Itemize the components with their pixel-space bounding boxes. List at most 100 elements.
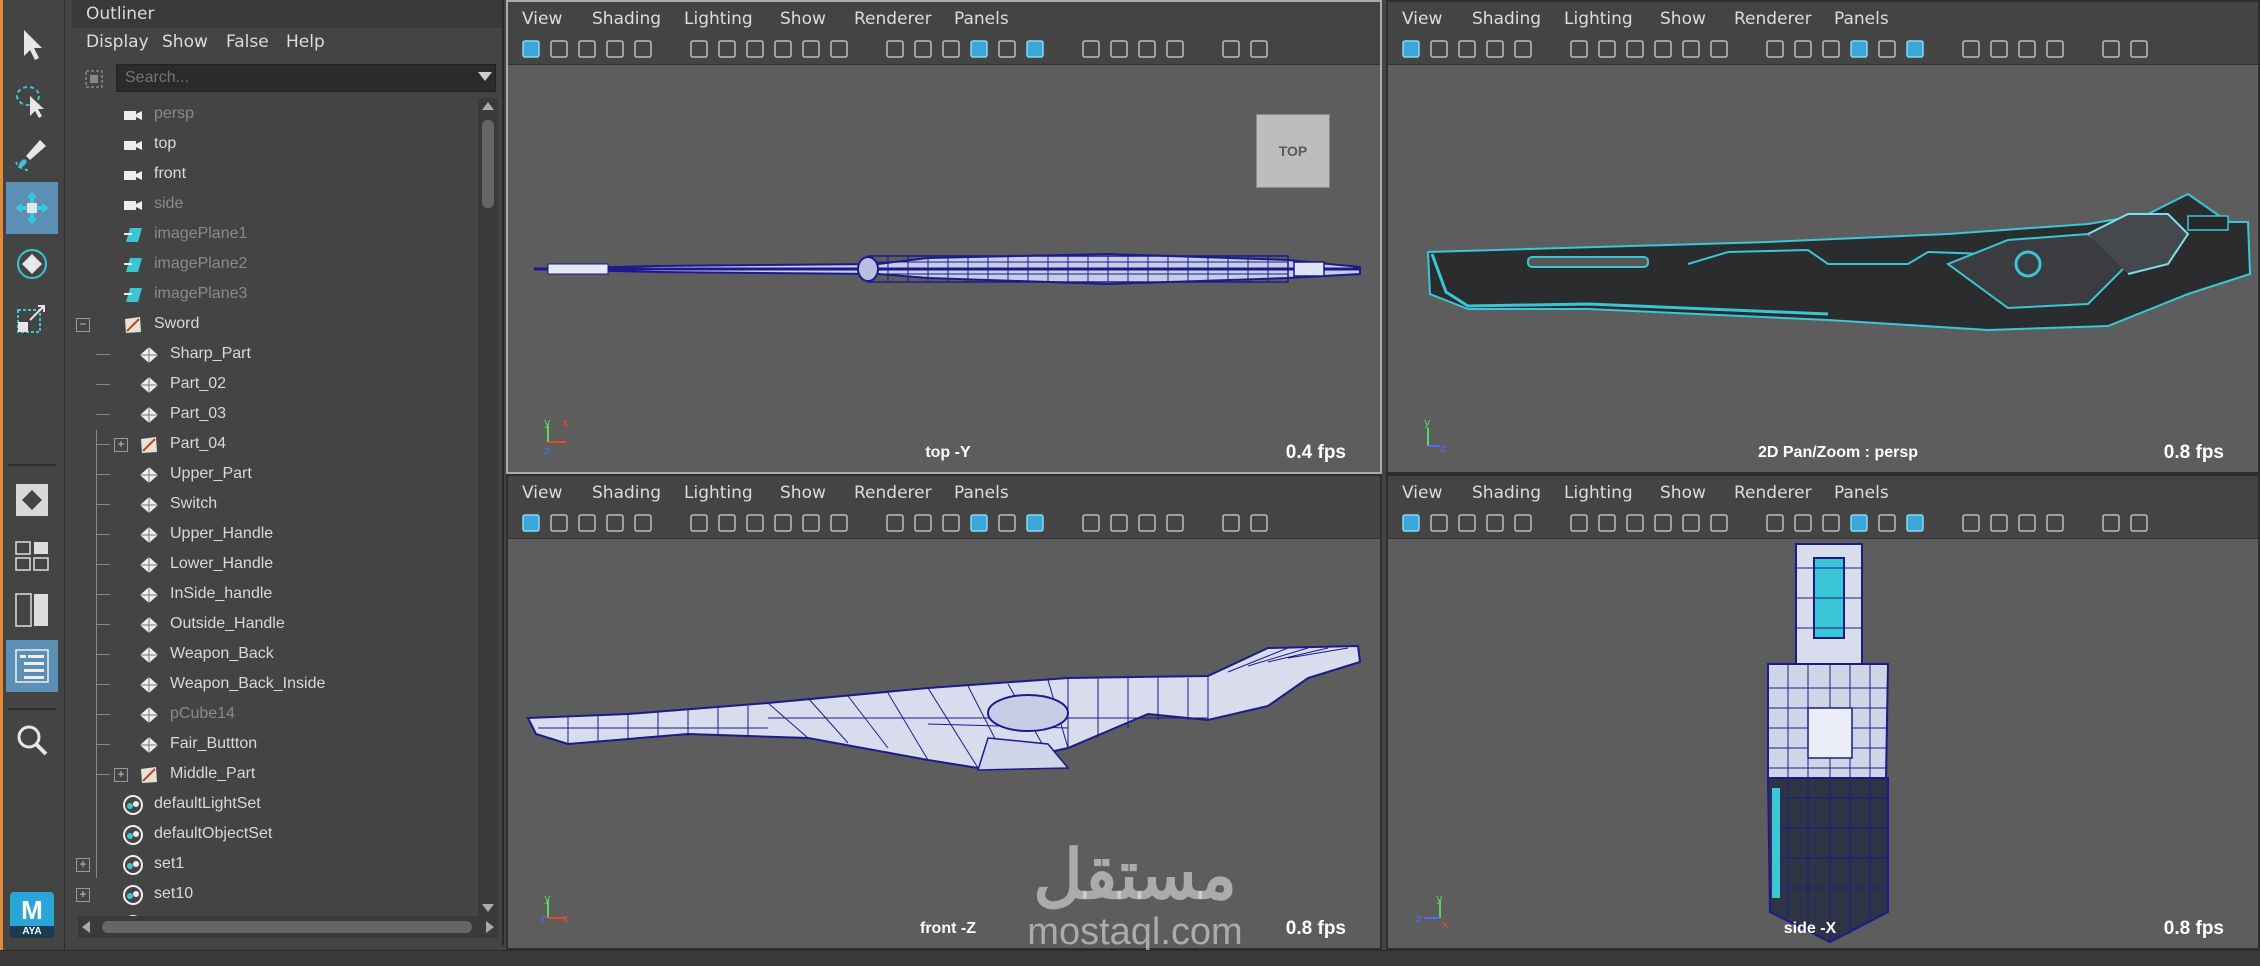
scrollbar-thumb[interactable]: [482, 120, 494, 208]
viewport-menu-shading[interactable]: Shading: [592, 9, 661, 29]
viewport-menu-renderer[interactable]: Renderer: [1734, 483, 1812, 503]
image-plane-icon[interactable]: [1484, 38, 1506, 60]
viewport-menu-renderer[interactable]: Renderer: [1734, 9, 1812, 29]
2d-pan-icon[interactable]: [632, 38, 654, 60]
outliner-item-imageplane2[interactable]: imagePlane2: [72, 250, 476, 280]
search-dropdown-icon[interactable]: [478, 72, 492, 81]
shadows-icon[interactable]: [2016, 512, 2038, 534]
isolate-select-icon[interactable]: [2100, 38, 2122, 60]
bookmark-icon[interactable]: [1456, 38, 1478, 60]
film-gate-icon[interactable]: [772, 512, 794, 534]
resolution-gate-icon[interactable]: [800, 512, 822, 534]
ambient-occlusion-icon[interactable]: [2044, 38, 2066, 60]
outliner-search-input[interactable]: [116, 64, 496, 92]
viewport-menu-shading[interactable]: Shading: [592, 483, 661, 503]
expand-toggle-icon[interactable]: +: [114, 438, 128, 452]
resolution-gate-icon[interactable]: [1680, 512, 1702, 534]
shadows-icon[interactable]: [1136, 512, 1158, 534]
viewport-menu-panels[interactable]: Panels: [1834, 9, 1889, 29]
outliner-item-upper-part[interactable]: Upper_Part: [72, 460, 476, 490]
xray-icon[interactable]: [1960, 512, 1982, 534]
camera-attr-icon[interactable]: [1428, 512, 1450, 534]
safe-action-icon[interactable]: [1792, 38, 1814, 60]
default-material-icon[interactable]: [996, 512, 1018, 534]
xray-joints-icon[interactable]: [1248, 512, 1270, 534]
ambient-occlusion-icon[interactable]: [1164, 512, 1186, 534]
camera-icon[interactable]: [688, 512, 710, 534]
isolate-select-icon[interactable]: [1220, 512, 1242, 534]
move-tool[interactable]: [6, 182, 58, 234]
outliner-item-weapon-back-inside[interactable]: Weapon_Back_Inside: [72, 670, 476, 700]
isolate-select-icon[interactable]: [2100, 512, 2122, 534]
outliner-item-sword[interactable]: − Sword: [72, 310, 476, 340]
outliner-item-upper-handle[interactable]: Upper_Handle: [72, 520, 476, 550]
viewport-top[interactable]: View Shading Lighting Show Renderer Panels TO…: [506, 0, 1382, 474]
image-plane-icon[interactable]: [1484, 512, 1506, 534]
grid-icon[interactable]: [1624, 512, 1646, 534]
default-material-icon[interactable]: [1876, 38, 1898, 60]
resolution-gate-icon[interactable]: [800, 38, 822, 60]
xray-joints-icon[interactable]: [2128, 512, 2150, 534]
outliner-layout[interactable]: [6, 640, 58, 692]
viewport-menu-show[interactable]: Show: [1660, 9, 1706, 29]
outliner-item-lower-handle[interactable]: Lower_Handle: [72, 550, 476, 580]
camera-attr-icon[interactable]: [548, 512, 570, 534]
xray-icon[interactable]: [1080, 38, 1102, 60]
quick-layout-two[interactable]: [6, 584, 58, 636]
film-gate-icon[interactable]: [772, 38, 794, 60]
scroll-left-arrow-icon[interactable]: [82, 921, 90, 933]
select-camera-icon[interactable]: [1400, 512, 1422, 534]
image-plane-icon[interactable]: [604, 512, 626, 534]
grease-pencil-icon[interactable]: [716, 38, 738, 60]
outliner-menu-show[interactable]: Show: [162, 32, 208, 52]
viewport-menu-renderer[interactable]: Renderer: [854, 483, 932, 503]
image-plane-icon[interactable]: [604, 38, 626, 60]
gate-mask-icon[interactable]: [1708, 512, 1730, 534]
outliner-item-defaultlightset[interactable]: defaultLightSet: [72, 790, 476, 820]
default-material-icon[interactable]: [996, 38, 1018, 60]
quick-layout-single[interactable]: [6, 474, 58, 526]
outliner-item-inside-handle[interactable]: InSide_handle: [72, 580, 476, 610]
viewport-menu-renderer[interactable]: Renderer: [854, 9, 932, 29]
outliner-menu-help[interactable]: Help: [286, 32, 325, 52]
expand-toggle-icon[interactable]: +: [76, 858, 90, 872]
xray-joints-icon[interactable]: [1248, 38, 1270, 60]
default-material-icon[interactable]: [1876, 512, 1898, 534]
viewport-menu-show[interactable]: Show: [780, 483, 826, 503]
outliner-item-persp[interactable]: persp: [72, 100, 476, 130]
viewport-persp[interactable]: View Shading Lighting Show Renderer Panels yz…: [1386, 0, 2260, 474]
smooth-shade-icon[interactable]: [968, 38, 990, 60]
camera-attr-icon[interactable]: [1428, 38, 1450, 60]
grease-pencil-icon[interactable]: [1596, 512, 1618, 534]
outliner-item-part-02[interactable]: Part_02: [72, 370, 476, 400]
outliner-item-front[interactable]: front: [72, 160, 476, 190]
wireframe-on-shaded-icon[interactable]: [1904, 38, 1926, 60]
select-camera-icon[interactable]: [520, 38, 542, 60]
smooth-shade-icon[interactable]: [1848, 512, 1870, 534]
xray-icon[interactable]: [1080, 512, 1102, 534]
outliner-item-part-03[interactable]: Part_03: [72, 400, 476, 430]
viewport-menu-view[interactable]: View: [1402, 9, 1442, 29]
outliner-item-part-04[interactable]: + Part_04: [72, 430, 476, 460]
2d-pan-icon[interactable]: [632, 512, 654, 534]
outliner-item-side[interactable]: side: [72, 190, 476, 220]
grease-pencil-icon[interactable]: [716, 512, 738, 534]
grid-icon[interactable]: [744, 38, 766, 60]
wireframe-icon[interactable]: [1820, 512, 1842, 534]
safe-action-icon[interactable]: [1792, 512, 1814, 534]
outliner-horizontal-scrollbar[interactable]: [78, 916, 498, 938]
viewport-menu-lighting[interactable]: Lighting: [684, 9, 753, 29]
outliner-item-imageplane3[interactable]: imagePlane3: [72, 280, 476, 310]
field-chart-icon[interactable]: [884, 38, 906, 60]
outliner-item-switch[interactable]: Switch: [72, 490, 476, 520]
outliner-item-set10[interactable]: + set10: [72, 880, 476, 910]
search-tool[interactable]: [6, 714, 58, 766]
camera-attr-icon[interactable]: [548, 38, 570, 60]
viewport-menu-lighting[interactable]: Lighting: [1564, 483, 1633, 503]
expand-toggle-icon[interactable]: +: [76, 888, 90, 902]
viewport-menu-shading[interactable]: Shading: [1472, 483, 1541, 503]
safe-action-icon[interactable]: [912, 512, 934, 534]
field-chart-icon[interactable]: [1764, 512, 1786, 534]
viewport-menu-lighting[interactable]: Lighting: [1564, 9, 1633, 29]
select-tool[interactable]: [6, 18, 58, 70]
